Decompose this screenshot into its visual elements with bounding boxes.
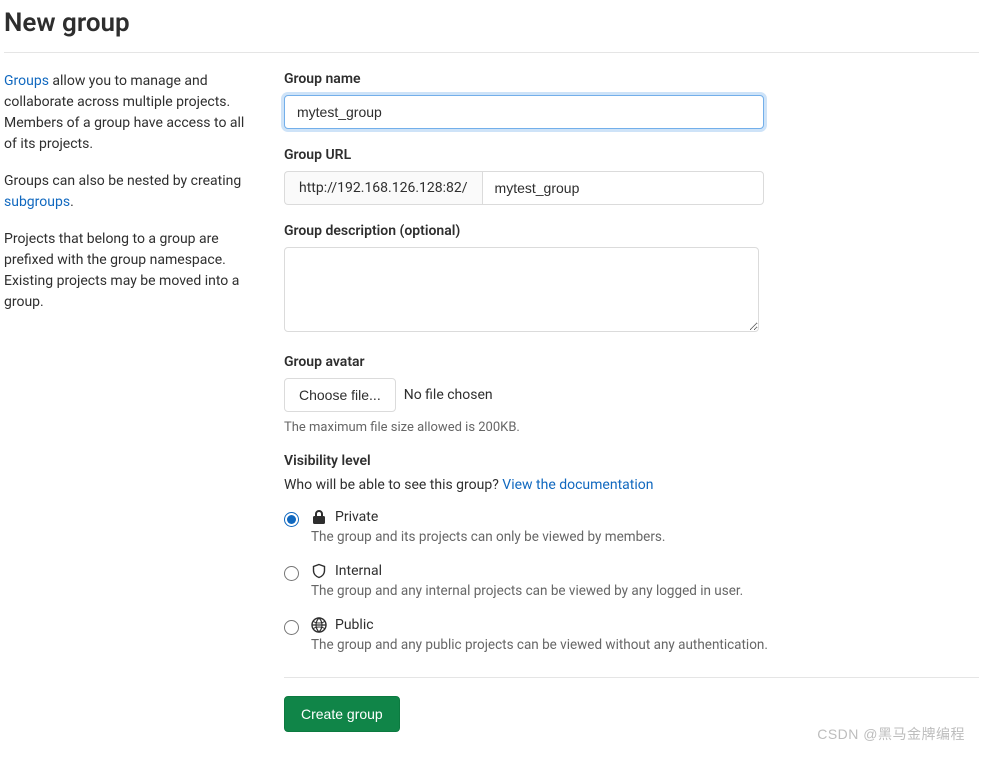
visibility-intro: Who will be able to see this group? View… [284, 477, 979, 493]
group-url-label: Group URL [284, 147, 979, 163]
file-status-text: No file chosen [404, 387, 493, 403]
group-name-input[interactable] [284, 95, 764, 129]
groups-link[interactable]: Groups [4, 73, 49, 89]
create-group-button[interactable]: Create group [284, 696, 400, 732]
group-description-label: Group description (optional) [284, 223, 979, 239]
visibility-level-label: Visibility level [284, 453, 979, 469]
private-title: Private [335, 509, 378, 525]
visibility-option-public[interactable]: Public The group and any public projects… [284, 617, 979, 653]
watermark: CSDN @黑马金牌编程 [817, 724, 965, 744]
page-title: New group [4, 8, 979, 53]
visibility-doc-link[interactable]: View the documentation [502, 477, 653, 493]
lock-icon [311, 509, 327, 525]
choose-file-button[interactable]: Choose file... [284, 378, 396, 412]
visibility-option-private[interactable]: Private The group and its projects can o… [284, 509, 979, 545]
internal-title: Internal [335, 563, 382, 579]
private-desc: The group and its projects can only be v… [311, 529, 665, 545]
public-title: Public [335, 617, 374, 633]
group-url-input[interactable] [482, 171, 764, 205]
avatar-help-text: The maximum file size allowed is 200KB. [284, 420, 979, 435]
globe-icon [311, 617, 327, 633]
sidebar-paragraph-3: Projects that belong to a group are pref… [4, 229, 254, 313]
group-description-textarea[interactable] [284, 247, 759, 332]
public-desc: The group and any public projects can be… [311, 637, 768, 653]
radio-private[interactable] [284, 512, 299, 527]
sidebar: Groups allow you to manage and collabora… [4, 71, 254, 732]
internal-desc: The group and any internal projects can … [311, 583, 743, 599]
group-url-group: http://192.168.126.128:82/ [284, 171, 764, 205]
sidebar-paragraph-1: Groups allow you to manage and collabora… [4, 71, 254, 155]
group-avatar-label: Group avatar [284, 354, 979, 370]
subgroups-link[interactable]: subgroups [4, 194, 70, 210]
sidebar-paragraph-2: Groups can also be nested by creating su… [4, 171, 254, 213]
group-url-prefix: http://192.168.126.128:82/ [284, 171, 482, 205]
shield-icon [311, 563, 327, 579]
visibility-option-internal[interactable]: Internal The group and any internal proj… [284, 563, 979, 599]
radio-public[interactable] [284, 620, 299, 635]
form-main: Group name Group URL http://192.168.126.… [284, 71, 979, 732]
group-name-label: Group name [284, 71, 979, 87]
radio-internal[interactable] [284, 566, 299, 581]
